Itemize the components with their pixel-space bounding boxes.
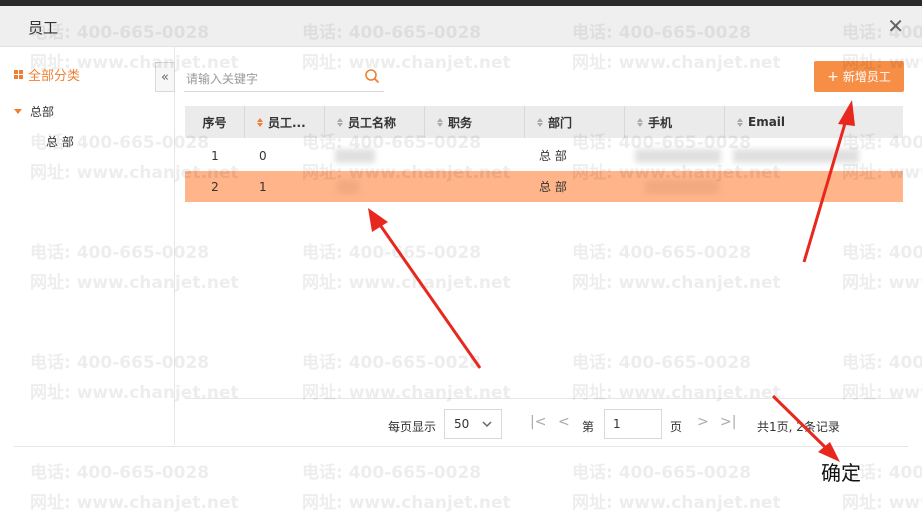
cell-index: 2 xyxy=(211,179,219,194)
footer-divider xyxy=(14,446,908,447)
plus-icon: + xyxy=(827,68,839,85)
sort-icon[interactable] xyxy=(337,117,343,127)
column-header-title[interactable]: 职务 xyxy=(425,106,525,138)
column-header-label: 职务 xyxy=(448,115,473,130)
cell-code: 1 xyxy=(259,179,267,194)
chevron-down-icon xyxy=(481,418,493,433)
watermark-site: 网址: www.chanjet.net xyxy=(572,493,781,513)
column-header-label: 部门 xyxy=(548,115,573,130)
sort-icon[interactable] xyxy=(257,117,263,127)
table-header: 序号 员工... 员工名称 职务 部门 手机 Email xyxy=(185,106,903,138)
last-page-button[interactable]: >| xyxy=(720,414,736,430)
page-prefix-label: 第 xyxy=(582,420,595,434)
sort-icon[interactable] xyxy=(737,117,743,127)
dialog-titlebar: 员工 ✕ xyxy=(0,6,922,47)
column-header-dept[interactable]: 部门 xyxy=(525,106,625,138)
dialog-title: 员工 xyxy=(28,19,59,37)
redacted-phone xyxy=(645,180,719,194)
column-header-name[interactable]: 员工名称 xyxy=(325,106,425,138)
caret-down-icon[interactable] xyxy=(14,109,22,114)
confirm-button[interactable]: 确定 xyxy=(821,457,861,486)
page-suffix-label: 页 xyxy=(670,420,683,434)
next-page-button[interactable]: > xyxy=(697,414,709,430)
employee-table: 序号 员工... 员工名称 职务 部门 手机 Email 1 0 总 部 2 1… xyxy=(185,106,903,399)
search-input[interactable] xyxy=(184,67,358,91)
search-box xyxy=(184,65,384,92)
pagination: 每页显示 50 |< < 第 页 > >| 共1页, 2条记录 xyxy=(185,405,903,443)
watermark-phone: 电话: 400-665-0028 xyxy=(572,463,752,483)
grid-icon xyxy=(14,70,23,79)
redacted-name xyxy=(335,149,375,163)
column-header-label: 员工名称 xyxy=(348,115,397,130)
all-categories-label: 全部分类 xyxy=(28,69,81,84)
per-page-select[interactable]: 50 xyxy=(444,409,502,439)
column-header-index[interactable]: 序号 xyxy=(185,106,245,138)
column-header-phone[interactable]: 手机 xyxy=(625,106,725,138)
column-header-code[interactable]: 员工... xyxy=(245,106,325,138)
column-header-label: 序号 xyxy=(202,115,227,130)
table-row-selected[interactable]: 2 1 总 部 xyxy=(185,171,903,202)
watermark-site: 网址: www.chanjet.net xyxy=(842,493,922,513)
add-employee-button[interactable]: + 新增员工 xyxy=(814,61,904,92)
cell-dept: 总 部 xyxy=(539,180,567,194)
watermark-site: 网址: www.chanjet.net xyxy=(572,53,781,73)
page-summary: 共1页, 2条记录 xyxy=(757,420,840,434)
all-categories[interactable]: 全部分类 xyxy=(14,65,80,84)
cell-index: 1 xyxy=(211,148,219,163)
watermark-site: 网址: www.chanjet.net xyxy=(302,493,511,513)
table-row[interactable]: 1 0 总 部 xyxy=(185,140,903,171)
per-page-label: 每页显示 xyxy=(388,420,437,434)
cell-code: 0 xyxy=(259,148,267,163)
column-header-label: Email xyxy=(748,115,786,129)
redacted-name xyxy=(337,180,359,194)
column-header-label: 手机 xyxy=(648,115,673,130)
redacted-phone xyxy=(635,149,721,163)
sort-icon[interactable] xyxy=(537,117,543,127)
prev-page-button[interactable]: < xyxy=(558,414,570,430)
watermark-phone: 电话: 400-665-0028 xyxy=(302,463,482,483)
tree-node-child[interactable]: 总 部 xyxy=(46,133,74,150)
close-icon[interactable]: ✕ xyxy=(887,14,904,38)
column-header-email[interactable]: Email xyxy=(725,106,903,138)
collapse-icon[interactable]: « xyxy=(155,62,175,92)
search-icon[interactable] xyxy=(364,68,380,88)
add-employee-label: 新增员工 xyxy=(842,70,891,84)
per-page-value: 50 xyxy=(454,417,470,431)
watermark-phone: 电话: 400-665-0028 xyxy=(30,463,210,483)
category-sidebar: 全部分类 « 总部 总 部 xyxy=(0,47,175,445)
tree-node-root-label: 总部 xyxy=(30,105,55,119)
column-header-label: 员工... xyxy=(268,115,306,130)
sort-icon[interactable] xyxy=(437,117,443,127)
first-page-button[interactable]: |< xyxy=(530,414,546,430)
watermark-site: 网址: www.chanjet.net xyxy=(30,493,239,513)
redacted-email xyxy=(733,149,859,163)
page-number-input[interactable] xyxy=(604,409,662,439)
tree-node-root[interactable]: 总部 xyxy=(14,103,54,120)
sort-icon[interactable] xyxy=(637,117,643,127)
cell-dept: 总 部 xyxy=(539,149,567,163)
